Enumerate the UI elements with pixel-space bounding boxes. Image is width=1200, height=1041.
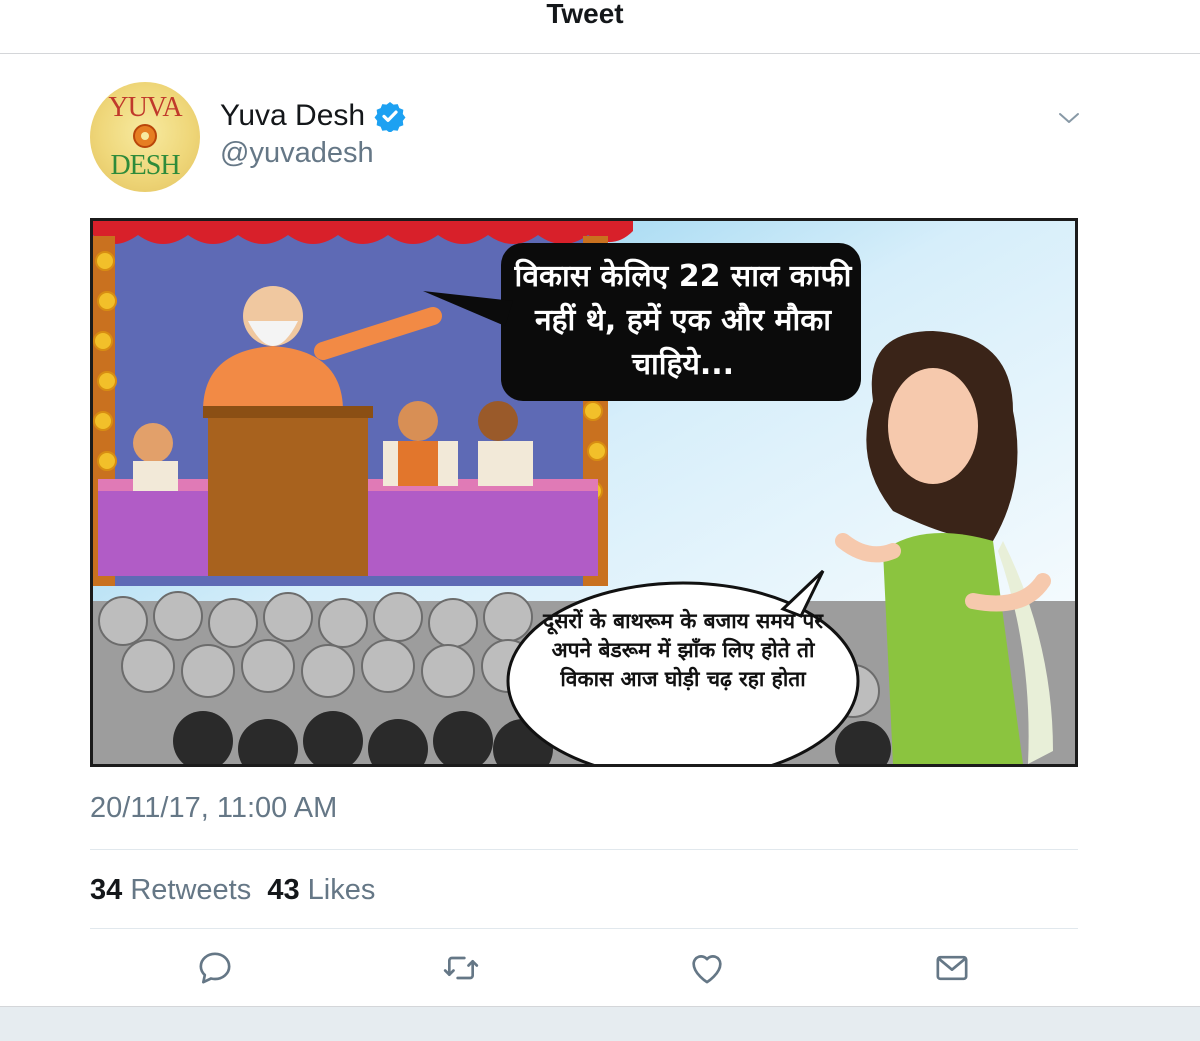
top-bar: Tweet bbox=[0, 0, 1200, 54]
avatar-logo-top: YUVA bbox=[108, 92, 182, 123]
tweet-timestamp[interactable]: 20/11/17, 11:00 AM bbox=[90, 790, 337, 826]
divider bbox=[90, 849, 1078, 850]
reply-button[interactable] bbox=[195, 948, 235, 988]
user-handle[interactable]: @yuvadesh bbox=[220, 136, 374, 170]
message-button[interactable] bbox=[932, 948, 972, 988]
display-name[interactable]: Yuva Desh bbox=[220, 98, 365, 134]
retweets-label: Retweets bbox=[130, 874, 252, 906]
avatar-logo-bottom: DESH bbox=[110, 150, 180, 181]
likes-label: Likes bbox=[307, 874, 376, 906]
tweet-image[interactable]: विकास केलिए 22 साल काफी नहीं थे, हमें एक… bbox=[90, 218, 1078, 767]
retweets-count: 34 bbox=[90, 874, 123, 906]
reply-icon bbox=[199, 952, 231, 984]
speech-bubble-2: दूसरों के बाथरूम के बजाय समय पर अपने बेड… bbox=[543, 609, 823, 691]
like-button[interactable] bbox=[687, 948, 727, 988]
retweet-button[interactable] bbox=[441, 948, 481, 988]
verified-badge-icon bbox=[374, 102, 406, 132]
retweets-stat[interactable]: 34 Retweets bbox=[90, 874, 251, 906]
tweet-stats: 34 Retweets 43 Likes bbox=[90, 870, 375, 910]
like-icon bbox=[692, 955, 722, 984]
likes-count: 43 bbox=[267, 874, 300, 906]
bottom-bar bbox=[0, 1006, 1200, 1041]
emblem-icon bbox=[133, 124, 157, 148]
page-title: Tweet bbox=[546, 0, 624, 29]
speech-bubble-1: विकास केलिए 22 साल काफी नहीं थे, हमें एक… bbox=[514, 259, 852, 382]
chevron-down-icon[interactable] bbox=[1057, 106, 1081, 130]
divider bbox=[90, 928, 1078, 929]
retweet-icon bbox=[443, 956, 479, 980]
message-icon bbox=[936, 955, 968, 981]
likes-stat[interactable]: 43 Likes bbox=[267, 874, 375, 906]
avatar[interactable]: YUVA DESH bbox=[90, 82, 200, 192]
